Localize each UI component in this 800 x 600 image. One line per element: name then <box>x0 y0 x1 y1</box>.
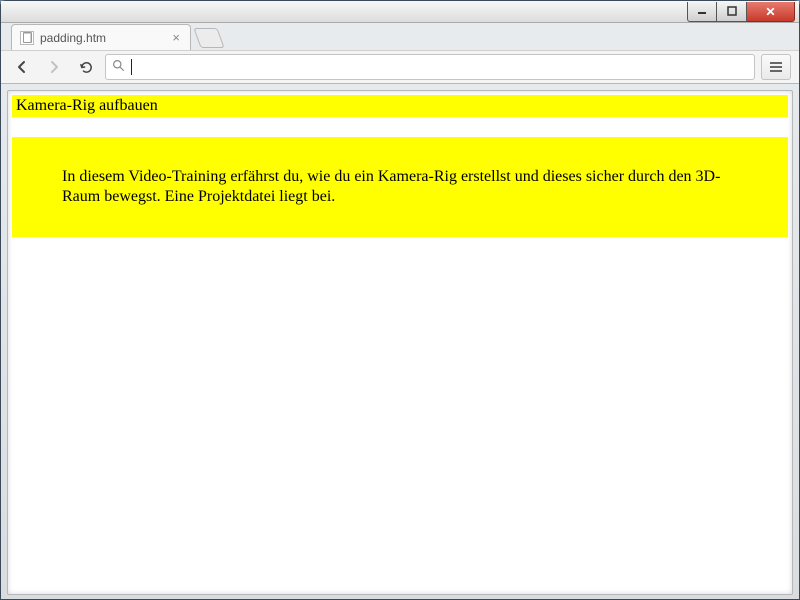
window-controls <box>687 2 795 20</box>
browser-tab[interactable]: padding.htm × <box>11 24 191 50</box>
page-content: Kamera-Rig aufbauen In diesem Video-Trai… <box>8 91 792 594</box>
forward-button[interactable] <box>41 54 67 80</box>
search-icon <box>112 59 125 75</box>
reload-button[interactable] <box>73 54 99 80</box>
close-button[interactable] <box>747 2 795 22</box>
page-heading: Kamera-Rig aufbauen <box>12 95 788 117</box>
address-bar[interactable] <box>105 54 755 80</box>
tab-strip: padding.htm × <box>1 23 799 50</box>
file-icon <box>20 31 34 45</box>
address-input[interactable] <box>138 60 748 75</box>
back-button[interactable] <box>9 54 35 80</box>
page-viewport: Kamera-Rig aufbauen In diesem Video-Trai… <box>7 90 793 595</box>
browser-window: padding.htm × <box>0 0 800 600</box>
tab-title: padding.htm <box>40 31 164 45</box>
new-tab-button[interactable] <box>193 28 224 48</box>
browser-toolbar <box>1 50 799 84</box>
menu-button[interactable] <box>761 54 791 80</box>
hamburger-icon <box>769 61 783 73</box>
minimize-button[interactable] <box>687 2 717 22</box>
page-body-text: In diesem Video-Training erfährst du, wi… <box>12 137 788 237</box>
maximize-button[interactable] <box>717 2 747 22</box>
tab-close-icon[interactable]: × <box>170 30 182 45</box>
window-titlebar <box>1 1 799 23</box>
text-cursor <box>131 59 132 75</box>
